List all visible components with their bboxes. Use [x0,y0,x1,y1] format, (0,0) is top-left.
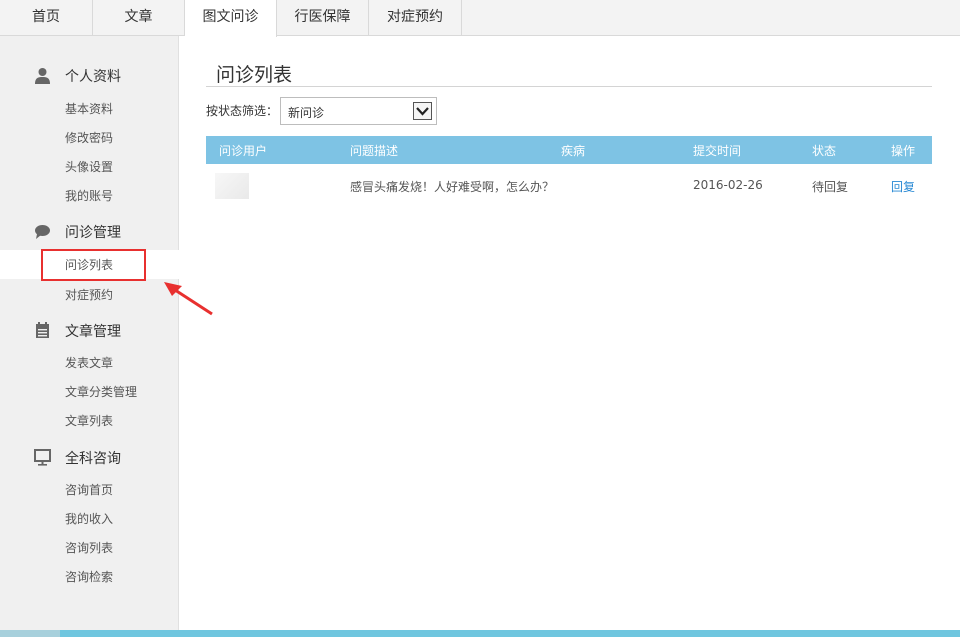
table-header: 问诊用户 问题描述 疾病 提交时间 状态 操作 [206,136,932,164]
tab-home[interactable]: 首页 [0,0,93,36]
sidebar-item-article-categories[interactable]: 文章分类管理 [0,377,179,406]
sidebar-group-label: 全科咨询 [65,451,121,467]
bottom-bar-left [0,630,60,637]
tab-articles[interactable]: 文章 [93,0,185,36]
status-filter-value: 新问诊 [288,106,325,120]
column-header-submit-time: 提交时间 [693,144,742,158]
sidebar-item-consult-list-general[interactable]: 咨询列表 [0,533,179,562]
filter-label: 按状态筛选： [206,104,279,118]
row-submit-time: 2016-02-26 [693,178,763,192]
sidebar-group-profile: 个人资料 [0,60,179,90]
tab-symptom-booking[interactable]: 对症预约 [369,0,462,36]
row-description: 感冒头痛发烧！人好难受啊，怎么办？ [350,180,555,194]
sidebar-item-consult-home[interactable]: 咨询首页 [0,475,179,504]
status-filter-select[interactable]: 新问诊 [280,97,437,125]
table-row: 感冒头痛发烧！人好难受啊，怎么办？ 2016-02-26 待回复 回复 [206,164,932,206]
sidebar-item-my-income[interactable]: 我的收入 [0,504,179,533]
sidebar-item-consult-search[interactable]: 咨询检索 [0,562,179,591]
column-header-disease: 疾病 [561,144,586,158]
tab-image-text-consult[interactable]: 图文问诊 [185,0,277,37]
sidebar-item-article-list[interactable]: 文章列表 [0,406,179,435]
sidebar-group-article-management: 文章管理 [0,315,179,345]
column-header-user: 问诊用户 [219,144,268,158]
bottom-bar [0,630,960,637]
tab-practice-insurance[interactable]: 行医保障 [277,0,369,36]
sidebar-group-label: 个人资料 [65,69,121,85]
dropdown-button[interactable] [413,102,432,120]
sidebar-group-general-consult: 全科咨询 [0,442,179,472]
sidebar: 个人资料 基本资料 修改密码 头像设置 我的账号 问诊管理 问诊列表 对症预约 … [0,36,179,630]
column-header-description: 问题描述 [350,144,399,158]
sidebar-group-label: 问诊管理 [65,225,121,241]
row-status: 待回复 [812,180,849,194]
annotation-highlight-box [41,249,146,281]
sidebar-item-change-password[interactable]: 修改密码 [0,123,179,152]
column-header-action: 操作 [891,144,916,158]
avatar [215,173,249,199]
top-nav: 首页 文章 图文问诊 行医保障 对症预约 [0,0,960,37]
main-content: 问诊列表 按状态筛选： 新问诊 问诊用户 问题描述 疾病 提交时间 状态 操作 … [180,36,960,630]
sidebar-item-my-account[interactable]: 我的账号 [0,181,179,210]
title-divider [206,86,932,87]
sidebar-item-symptom-booking[interactable]: 对症预约 [0,280,179,309]
chevron-down-icon [416,107,429,116]
column-header-status: 状态 [812,144,837,158]
notepad-icon [36,322,49,338]
sidebar-item-basic-info[interactable]: 基本资料 [0,94,179,123]
sidebar-group-consult-management: 问诊管理 [0,216,179,246]
monitor-icon [34,449,51,466]
person-icon [35,68,50,84]
sidebar-item-publish-article[interactable]: 发表文章 [0,348,179,377]
sidebar-item-avatar-settings[interactable]: 头像设置 [0,152,179,181]
chat-bubble-icon [35,225,50,239]
reply-link[interactable]: 回复 [891,178,915,195]
page-title: 问诊列表 [216,64,293,86]
sidebar-group-label: 文章管理 [65,324,121,340]
